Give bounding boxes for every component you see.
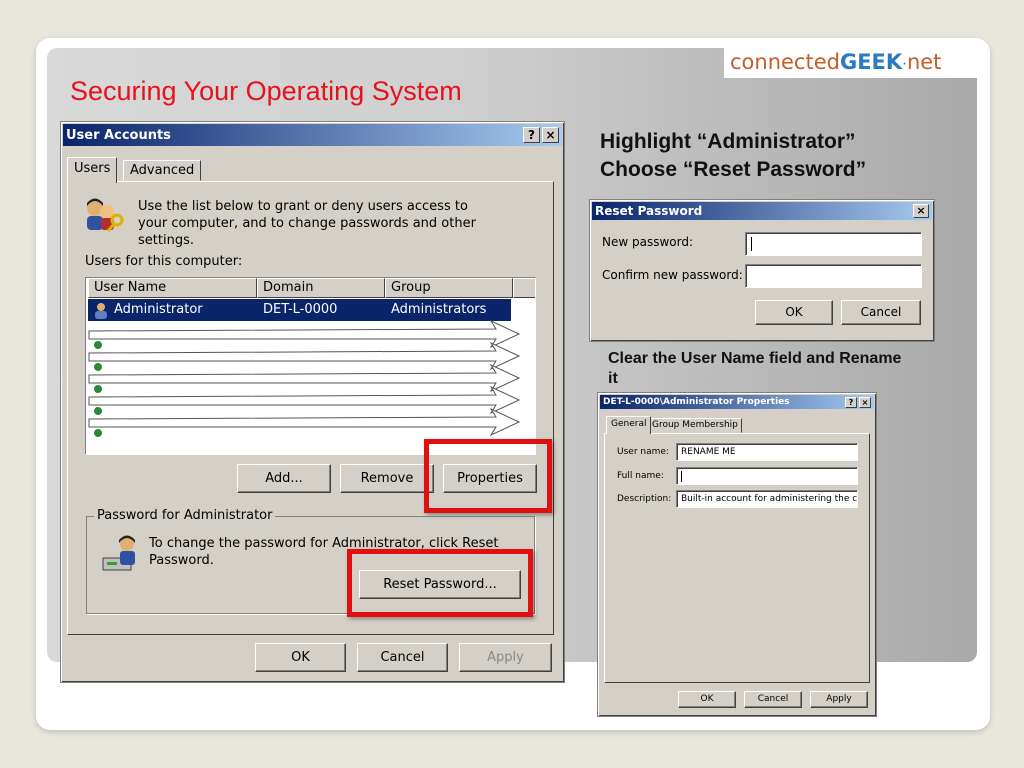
text-caret — [751, 237, 752, 251]
reset-password-title: Reset Password — [595, 204, 703, 218]
tab-advanced[interactable]: Advanced — [123, 160, 202, 181]
description-value: Built-in account for administering the c… — [681, 494, 858, 504]
apply-button[interactable]: Apply — [459, 643, 552, 672]
reset-password-titlebar[interactable]: Reset Password × — [592, 202, 932, 220]
computer-user-icon — [102, 535, 135, 571]
cancel-button[interactable]: Cancel — [841, 300, 921, 325]
intro-text: Use the list below to grant or deny user… — [138, 199, 476, 248]
user-accounts-title: User Accounts — [66, 127, 171, 143]
full-name-label: Full name: — [617, 471, 664, 481]
confirm-password-label: Confirm new password: — [602, 268, 743, 282]
column-header-filler — [513, 278, 535, 298]
table-row[interactable]: Administrator DET-L-0000 Administrators — [88, 299, 511, 321]
new-password-label: New password: — [602, 235, 694, 249]
remove-button[interactable]: Remove — [340, 464, 434, 493]
ok-button[interactable]: OK — [755, 300, 833, 325]
description-input[interactable]: Built-in account for administering the c… — [676, 490, 858, 508]
logo-part-net: net — [906, 50, 942, 74]
user-name-input[interactable]: RENAME ME — [676, 443, 858, 461]
cancel-button[interactable]: Cancel — [357, 643, 448, 672]
users-list-label: Users for this computer: — [85, 254, 243, 269]
column-header-group[interactable]: Group — [385, 278, 513, 298]
logo-part-connected: connected — [730, 50, 840, 74]
user-accounts-dialog: User Accounts ? × Users Advanced Use the… — [60, 121, 565, 683]
confirm-password-input[interactable] — [745, 264, 922, 288]
close-button[interactable]: × — [913, 204, 929, 218]
redaction-arrows — [88, 320, 521, 437]
administrator-properties-dialog: DET-L-0000\Administrator Properties ? × … — [597, 392, 877, 717]
apply-button[interactable]: Apply — [810, 691, 868, 708]
user-accounts-titlebar[interactable]: User Accounts ? × — [63, 124, 562, 146]
column-header-user-name[interactable]: User Name — [88, 278, 257, 298]
connectedgeek-logo: connectedGEEK·net — [724, 46, 988, 78]
properties-highlight — [424, 439, 552, 513]
new-password-input[interactable] — [745, 232, 922, 256]
close-button[interactable]: × — [542, 127, 559, 143]
password-group-title: Password for Administrator — [94, 508, 276, 523]
properties-titlebar[interactable]: DET-L-0000\Administrator Properties ? × — [600, 395, 874, 409]
help-button[interactable]: ? — [845, 396, 857, 408]
description-label: Description: — [617, 494, 672, 504]
properties-title: DET-L-0000\Administrator Properties — [603, 397, 790, 407]
full-name-input[interactable] — [676, 467, 858, 485]
text-caret — [681, 471, 682, 482]
ok-button[interactable]: OK — [678, 691, 736, 708]
tab-users[interactable]: Users — [67, 157, 118, 183]
user-name-value: RENAME ME — [681, 447, 736, 457]
rename-instruction: Clear the User Name field and Rename it — [608, 350, 902, 387]
close-button[interactable]: × — [859, 396, 871, 408]
add-button[interactable]: Add... — [237, 464, 331, 493]
user-icon — [95, 303, 107, 319]
cell-user-name: Administrator — [114, 302, 203, 317]
instruction-text: Highlight “Administrator” Choose “Reset … — [600, 128, 866, 184]
reset-password-highlight — [347, 549, 533, 617]
cell-domain: DET-L-0000 — [263, 302, 338, 317]
tab-group-membership[interactable]: Group Membership — [648, 418, 742, 433]
instruction-line-2: Choose “Reset Password” — [600, 158, 867, 181]
user-name-label: User name: — [617, 447, 669, 457]
ok-button[interactable]: OK — [255, 643, 346, 672]
users-listview[interactable]: User Name Domain Group Administrator DET… — [85, 277, 536, 455]
logo-part-geek: GEEK — [839, 50, 903, 74]
help-button[interactable]: ? — [523, 127, 540, 143]
cancel-button[interactable]: Cancel — [744, 691, 802, 708]
cell-group: Administrators — [391, 302, 487, 317]
users-keys-icon — [87, 198, 124, 232]
tab-general[interactable]: General — [606, 416, 652, 434]
slide-title: Securing Your Operating System — [70, 76, 462, 106]
column-header-domain[interactable]: Domain — [257, 278, 385, 298]
reset-password-dialog: Reset Password × New password: Confirm n… — [589, 199, 935, 342]
instruction-line-1: Highlight “Administrator” — [600, 130, 856, 153]
